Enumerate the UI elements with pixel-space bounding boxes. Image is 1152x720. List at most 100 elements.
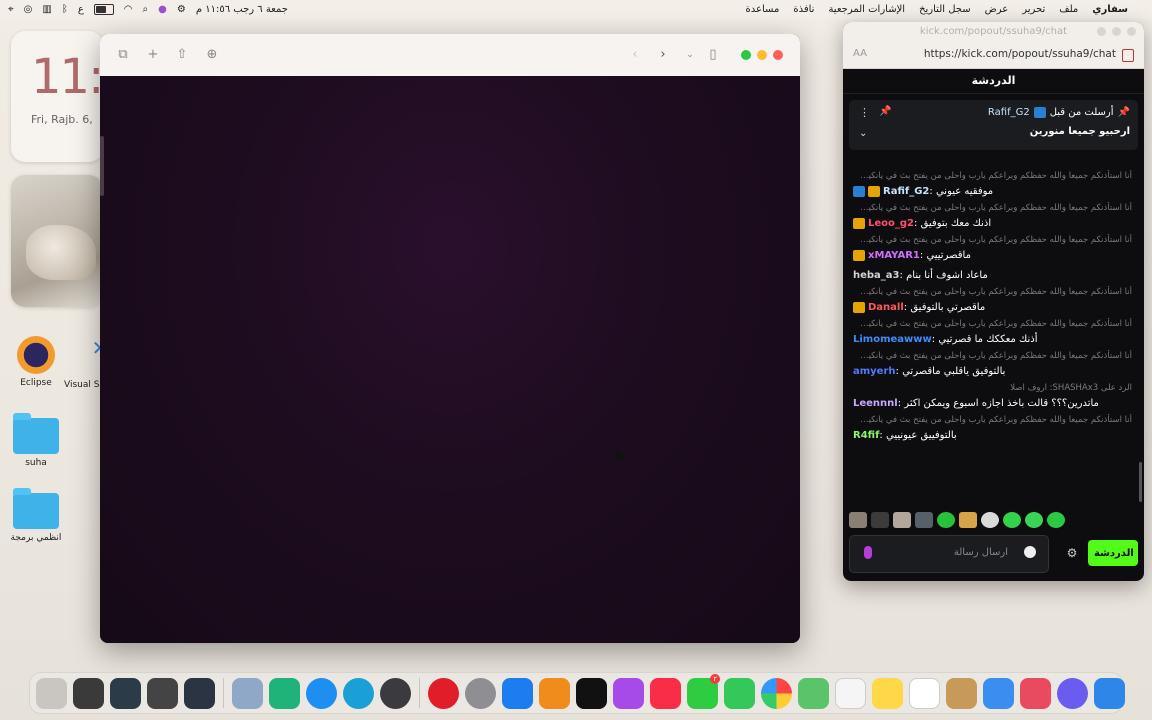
emote-icon[interactable] (871, 512, 889, 528)
chat-username[interactable]: Rafif_G2 (883, 186, 929, 197)
chat-window-minimize-button[interactable] (1112, 27, 1121, 36)
emoji-picker-icon[interactable] (1024, 546, 1036, 558)
desktop-icon-vscode[interactable]: ✕ Visual S (62, 336, 102, 390)
dock-window-thumbnail[interactable] (147, 677, 178, 709)
music-icon[interactable] (650, 677, 681, 709)
chat-message[interactable]: heba_a3: ماعاد اشوف أنا بنام (843, 266, 1144, 286)
chat-message[interactable]: أنا استأذنكم جميعا والله حفظكم وبراعكم ي… (843, 286, 1144, 318)
chat-messages-list[interactable]: أنا استأذنكم جميعا والله حفظكم وبراعكم ي… (843, 170, 1144, 500)
chat-message-input[interactable]: ارسال رسالة (849, 535, 1049, 573)
keyboard-input-icon[interactable]: ع (78, 4, 84, 15)
forward-icon[interactable]: › (655, 47, 671, 63)
sidebar-toggle-icon[interactable]: ▯ (705, 47, 721, 63)
menu-bookmarks[interactable]: الإشارات المرجعية (828, 4, 905, 15)
menu-history[interactable]: سجل التاريخ (919, 4, 971, 15)
books-icon[interactable] (539, 677, 570, 709)
obs-icon[interactable] (380, 677, 411, 709)
window-zoom-button[interactable] (741, 50, 751, 60)
chat-message[interactable]: أنا استأذنكم جميعا والله حفظكم وبراعكم ي… (843, 350, 1144, 382)
bars-app-icon[interactable]: ▥ (42, 4, 51, 15)
chat-username[interactable]: Limomeawww (853, 334, 932, 345)
chat-message-reply-context[interactable]: أنا استأذنكم جميعا والله حفظكم وبراعكم ي… (853, 350, 1132, 362)
chat-message[interactable]: أنا استأذنكم جميعا والله حفظكم وبراعكم ي… (843, 414, 1144, 446)
chat-message[interactable]: الرد على SHASHAx3: اروف اصلا Leennnl: مات… (843, 382, 1144, 414)
emote-icon[interactable] (893, 512, 911, 528)
chat-scrollbar[interactable] (1139, 462, 1142, 502)
emote-icon[interactable] (981, 512, 999, 528)
chat-url[interactable]: https://kick.com/popout/ssuha9/chat (924, 48, 1116, 60)
finder-icon[interactable] (1094, 677, 1125, 709)
safari-icon[interactable] (306, 677, 337, 709)
facetime-icon[interactable]: ٢ (687, 673, 720, 709)
microphone-icon[interactable] (864, 546, 872, 559)
chat-message[interactable]: أنا استأذنكم جميعا والله حفظكم وبراعكم ي… (843, 170, 1144, 202)
mail-icon[interactable] (983, 677, 1014, 709)
new-tab-icon[interactable]: + (145, 47, 161, 63)
dock-window-thumbnail[interactable] (73, 677, 104, 709)
window-close-button[interactable] (773, 50, 783, 60)
menu-edit[interactable]: تحرير (1022, 4, 1045, 15)
emote-icon[interactable] (849, 512, 867, 528)
spotlight-search-icon[interactable]: ⌕ (143, 4, 149, 15)
preview-app-icon[interactable] (232, 677, 263, 709)
downloads-icon[interactable]: ⊕ (204, 47, 220, 63)
chat-window-zoom-button[interactable] (1097, 27, 1106, 36)
maps-icon[interactable] (798, 677, 829, 709)
safari-scrollbar[interactable] (100, 136, 104, 196)
emote-icon[interactable] (915, 512, 933, 528)
emote-icon[interactable] (1025, 512, 1043, 528)
chat-username[interactable]: Leoo_g2 (868, 218, 914, 229)
emote-icon[interactable] (1047, 512, 1065, 528)
chat-message-reply-context[interactable]: أنا استأذنكم جميعا والله حفظكم وبراعكم ي… (853, 286, 1132, 298)
pinned-username[interactable]: Rafif_G2 (988, 107, 1030, 118)
control-center-icon[interactable]: ⚙ (177, 4, 186, 15)
location-icon[interactable]: ⌖ (8, 4, 14, 15)
reader-aa-icon[interactable]: AA (853, 48, 867, 59)
chat-send-button[interactable]: الدردشة (1088, 540, 1138, 566)
chat-settings-gear-icon[interactable]: ⚙ (1065, 546, 1079, 560)
pinned-message[interactable]: 📌 أرسلت من قبل Rafif_G2 ارحبيو جميعا منو… (849, 100, 1138, 150)
chat-username[interactable]: Danall (868, 302, 904, 313)
back-icon[interactable]: ‹ (627, 47, 643, 63)
chat-username[interactable]: heba_a3 (853, 270, 900, 281)
contacts-icon[interactable] (946, 677, 977, 709)
menu-file[interactable]: ملف (1059, 4, 1078, 15)
apple-tv-icon[interactable] (576, 677, 607, 709)
menu-bar-clock[interactable]: جمعة ٦ رجب ١١:٥٦ م (196, 4, 288, 15)
photos-icon[interactable] (761, 677, 792, 709)
chat-username[interactable]: xMAYAR1 (868, 250, 920, 261)
battery-icon[interactable] (93, 4, 114, 15)
chat-message[interactable]: أنا استأذنكم جميعا والله حفظكم وبراعكم ي… (843, 234, 1144, 266)
emote-icon[interactable] (1003, 512, 1021, 528)
podcasts-icon[interactable] (613, 677, 644, 709)
photos-widget[interactable] (11, 175, 103, 307)
safari-page-content[interactable] (100, 76, 800, 643)
speedometer-icon[interactable]: ◎ (24, 4, 33, 15)
reminders-icon[interactable] (835, 677, 866, 709)
chat-username[interactable]: R4fif (853, 430, 879, 441)
unpin-icon[interactable]: 📌 (879, 106, 891, 117)
messages-icon[interactable] (724, 677, 755, 709)
emote-icon[interactable] (959, 512, 977, 528)
app-store-icon[interactable] (502, 677, 533, 709)
dock-window-thumbnail[interactable] (110, 677, 141, 709)
dock-window-thumbnail[interactable] (184, 677, 215, 709)
window-minimize-button[interactable] (757, 50, 767, 60)
chat-message-reply-context[interactable]: أنا استأذنكم جميعا والله حفظكم وبراعكم ي… (853, 318, 1132, 330)
chat-message-reply-context[interactable]: أنا استأذنكم جميعا والله حفظكم وبراعكم ي… (853, 202, 1132, 214)
android-studio-icon[interactable] (269, 677, 300, 709)
desktop-icon-programming-folder[interactable]: انظمي برمجة (6, 488, 66, 543)
share-icon[interactable]: ⇧ (174, 47, 190, 63)
clock-widget[interactable]: 11: Fri, Rajb. 6, (11, 31, 103, 162)
chat-message-reply-context[interactable]: أنا استأذنكم جميعا والله حفظكم وبراعكم ي… (853, 170, 1132, 182)
chat-message[interactable]: أنا استأذنكم جميعا والله حفظكم وبراعكم ي… (843, 318, 1144, 350)
chat-username[interactable]: Leennnl (853, 398, 898, 409)
menu-view[interactable]: عرض (985, 4, 1009, 15)
notes-icon[interactable] (872, 677, 903, 709)
menu-help[interactable]: مساعدة (746, 4, 780, 15)
chat-message-reply-context[interactable]: الرد على SHASHAx3: اروف اصلا (853, 382, 1132, 394)
bluetooth-icon[interactable]: ᛒ (62, 4, 68, 15)
siri-icon[interactable] (1057, 677, 1088, 709)
tab-overview-icon[interactable]: ⧉ (115, 47, 131, 63)
emote-icon[interactable] (937, 512, 955, 528)
